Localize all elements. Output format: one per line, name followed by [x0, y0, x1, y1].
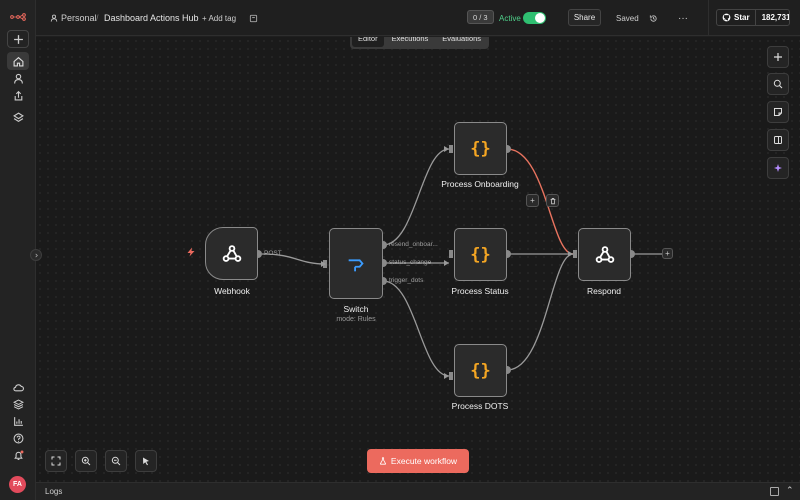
logs-panel-bar[interactable]: Logs ⌃: [36, 482, 800, 500]
panel-toggle-icon[interactable]: [767, 129, 789, 151]
sticky-note-icon[interactable]: [767, 101, 789, 123]
tab-editor[interactable]: Editor: [352, 37, 384, 47]
node-label-process-onboarding: Process Onboarding: [441, 179, 519, 189]
node-respond[interactable]: [578, 228, 631, 281]
view-tabs: Editor Executions Evaluations: [350, 37, 490, 49]
ai-assistant-icon[interactable]: [767, 157, 789, 179]
chevron-up-icon[interactable]: ⌃: [786, 485, 794, 496]
execute-workflow-button[interactable]: Execute workflow: [367, 449, 469, 473]
trigger-lightning-icon: [186, 247, 196, 260]
workflow-header: Personal / Dashboard Actions Hub + Add t…: [36, 0, 800, 36]
tab-executions[interactable]: Executions: [386, 37, 435, 47]
switch-output-label-3: trigger_dots: [389, 277, 424, 284]
add-tag-button[interactable]: + Add tag: [202, 0, 236, 36]
github-icon: [722, 13, 731, 22]
code-icon: {}: [470, 244, 491, 265]
node-label-respond: Respond: [586, 286, 622, 296]
node-subtitle-switch: mode: Rules: [336, 316, 376, 323]
user-icon: [50, 14, 58, 22]
node-switch[interactable]: [329, 228, 383, 299]
trash-icon: [550, 197, 555, 204]
code-icon: {}: [470, 138, 491, 159]
zoom-in-icon[interactable]: [75, 450, 97, 472]
logs-label: Logs: [45, 487, 63, 496]
node-webhook[interactable]: [205, 227, 258, 280]
webhook-port-label: POST: [264, 250, 282, 257]
node-process-onboarding[interactable]: {}: [454, 122, 507, 175]
avatar[interactable]: FA: [9, 476, 26, 493]
execute-workflow-label: Execute workflow: [390, 456, 458, 466]
project-name: Personal: [61, 13, 97, 23]
webhook-icon: [222, 244, 241, 262]
edge-add-node-button[interactable]: +: [526, 194, 539, 207]
node-label-process-dots: Process DOTS: [451, 401, 509, 411]
active-toggle[interactable]: [523, 12, 546, 24]
search-icon[interactable]: [767, 73, 789, 95]
share-button[interactable]: Share: [568, 9, 601, 26]
insights-icon[interactable]: [7, 412, 29, 430]
home-icon[interactable]: [7, 52, 29, 70]
add-node-icon[interactable]: [767, 46, 789, 68]
node-label-switch: Switch: [343, 304, 369, 314]
github-star-part: Star: [717, 10, 756, 25]
share-icon[interactable]: [7, 86, 29, 104]
sidebar-collapse-toggle[interactable]: [30, 249, 42, 261]
cursor-mode-icon[interactable]: [135, 450, 157, 472]
popout-icon[interactable]: [770, 487, 779, 496]
github-star-label: Star: [734, 13, 750, 22]
flask-icon: [379, 457, 386, 465]
n8n-logo-icon[interactable]: [7, 8, 29, 26]
node-count-badge: 0 / 3: [467, 10, 494, 24]
breadcrumb-project[interactable]: Personal: [50, 0, 97, 36]
more-icon[interactable]: ···: [678, 0, 688, 36]
switch-output-label-2: status_change: [389, 259, 432, 266]
breadcrumb-separator: /: [96, 13, 99, 23]
node-label-process-status: Process Status: [451, 286, 509, 296]
user-icon[interactable]: [7, 69, 29, 87]
add-icon[interactable]: [7, 30, 29, 48]
fit-view-icon[interactable]: [45, 450, 67, 472]
webhook-icon: [595, 245, 614, 263]
workflow-canvas[interactable]: Editor Executions Evaluations POST Webho…: [36, 37, 800, 482]
zoom-out-icon[interactable]: [105, 450, 127, 472]
switch-icon: [348, 258, 364, 271]
help-icon[interactable]: [7, 429, 29, 447]
node-label-webhook: Webhook: [214, 286, 250, 296]
templates-icon[interactable]: [7, 395, 29, 413]
tab-evaluations[interactable]: Evaluations: [436, 37, 487, 47]
cloud-icon[interactable]: [7, 378, 29, 396]
add-next-node-button[interactable]: +: [662, 248, 673, 259]
node-process-dots[interactable]: {}: [454, 344, 507, 397]
switch-output-label-1: resend_onboar...: [389, 241, 438, 248]
layers-icon[interactable]: [7, 108, 29, 126]
saved-status: Saved: [616, 13, 639, 23]
github-star-count: 182,731: [761, 13, 790, 22]
node-process-status[interactable]: {}: [454, 228, 507, 281]
active-label: Active: [499, 13, 521, 23]
history-icon[interactable]: [649, 0, 658, 36]
code-icon: {}: [470, 360, 491, 381]
edge-delete-button[interactable]: [546, 194, 559, 207]
bell-icon[interactable]: [7, 446, 29, 464]
github-star-button[interactable]: Star 182,731: [716, 9, 790, 26]
archive-icon[interactable]: [249, 0, 258, 36]
workflow-title[interactable]: Dashboard Actions Hub: [104, 0, 199, 36]
header-divider: [708, 0, 709, 36]
